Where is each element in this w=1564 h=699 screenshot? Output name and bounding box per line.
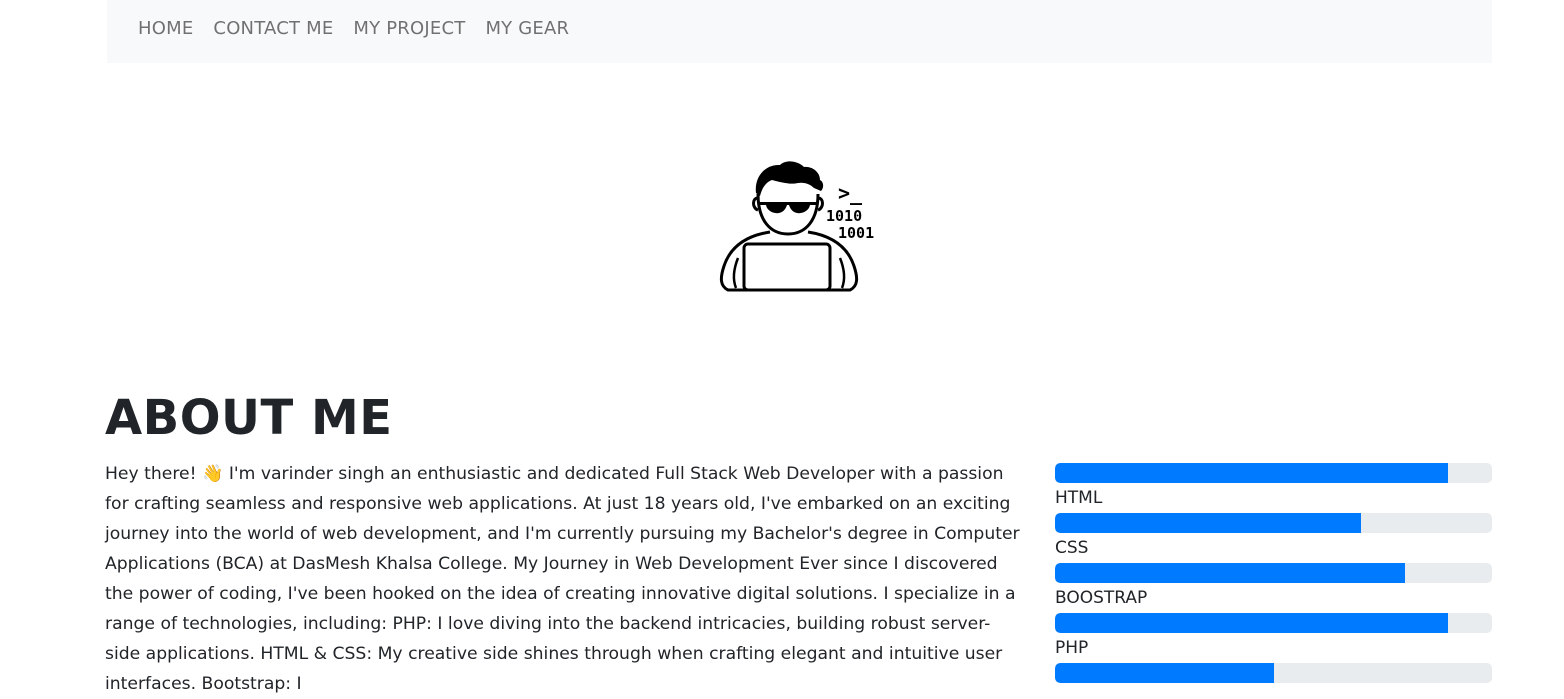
skill-progress-bar-css: [1055, 563, 1492, 583]
nav-link-home[interactable]: HOME: [138, 18, 193, 39]
skill-label-php: PHP: [1055, 638, 1089, 658]
skills-list: HTML CSS BOOSTRAP PHP: [1055, 463, 1492, 683]
skill-progress-fill-css: [1055, 563, 1405, 583]
about-title: ABOUT ME: [105, 390, 393, 446]
about-paragraph: Hey there! 👋 I'm varinder singh an enthu…: [105, 464, 1020, 694]
skill-label-css: CSS: [1055, 538, 1089, 558]
binary-text-2: 1001: [838, 224, 874, 242]
skill-progress-bar-php: [1055, 663, 1492, 683]
skill-progress-bar-html: [1055, 513, 1492, 533]
binary-text-1: 1010: [826, 207, 862, 225]
skill-progress-fill: [1055, 463, 1449, 483]
skill-progress-fill-php: [1055, 663, 1274, 683]
navbar: HOME CONTACT ME MY PROJECT MY GEAR: [107, 0, 1492, 63]
skill-progress-fill-html: [1055, 513, 1361, 533]
skill-progress-bar-bootstrap: [1055, 613, 1492, 633]
developer-avatar-icon: >_ 1010 1001: [719, 161, 874, 292]
skill-progress-bar: [1055, 463, 1492, 483]
skill-progress-fill-bootstrap: [1055, 613, 1449, 633]
nav-link-contact-me[interactable]: CONTACT ME: [213, 18, 333, 39]
skill-label-bootstrap: BOOSTRAP: [1055, 588, 1148, 608]
terminal-prompt-text: >_: [838, 181, 863, 205]
nav-link-my-gear[interactable]: MY GEAR: [485, 18, 569, 39]
nav-links: HOME CONTACT ME MY PROJECT MY GEAR: [138, 18, 569, 39]
skill-label-html: HTML: [1055, 488, 1103, 508]
hero-image: >_ 1010 1001: [718, 158, 880, 298]
nav-link-my-project[interactable]: MY PROJECT: [353, 18, 465, 39]
